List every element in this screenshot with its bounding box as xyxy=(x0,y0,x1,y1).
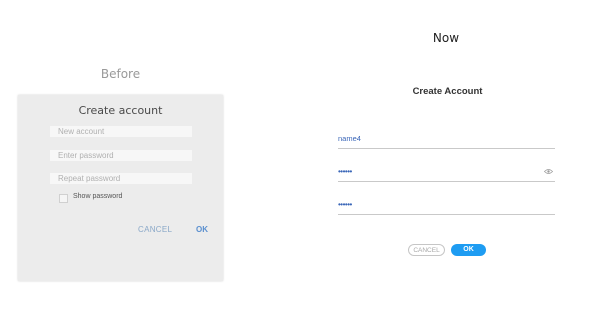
now-account-name-input[interactable]: name4 xyxy=(338,134,555,149)
now-repeat-password-input[interactable]: •••••• xyxy=(338,200,555,215)
before-heading: Before xyxy=(100,67,141,81)
now-account-name-value: name4 xyxy=(338,134,361,143)
eye-icon[interactable] xyxy=(543,168,554,175)
now-heading: Now xyxy=(432,31,460,45)
now-dialog-title: Create Account xyxy=(412,86,483,97)
now-cancel-button[interactable]: CANCEL xyxy=(408,244,445,256)
before-enter-password-input[interactable]: Enter password xyxy=(49,149,193,162)
now-password-value: •••••• xyxy=(338,167,352,176)
before-ok-button[interactable]: OK xyxy=(196,225,208,234)
before-create-account-dialog: Create account New account Enter passwor… xyxy=(18,95,223,281)
before-repeat-password-input[interactable]: Repeat password xyxy=(49,172,193,185)
now-ok-button[interactable]: OK xyxy=(451,244,486,256)
before-cancel-button[interactable]: CANCEL xyxy=(138,225,172,234)
now-password-input[interactable]: •••••• xyxy=(338,167,555,182)
before-show-password-label: Show password xyxy=(73,193,123,200)
before-new-account-input[interactable]: New account xyxy=(49,125,193,138)
comparison-page: Before Create account New account Enter … xyxy=(0,0,602,329)
now-repeat-password-value: •••••• xyxy=(338,200,352,209)
before-dialog-title: Create account xyxy=(78,104,163,117)
before-show-password-checkbox[interactable] xyxy=(59,194,68,203)
